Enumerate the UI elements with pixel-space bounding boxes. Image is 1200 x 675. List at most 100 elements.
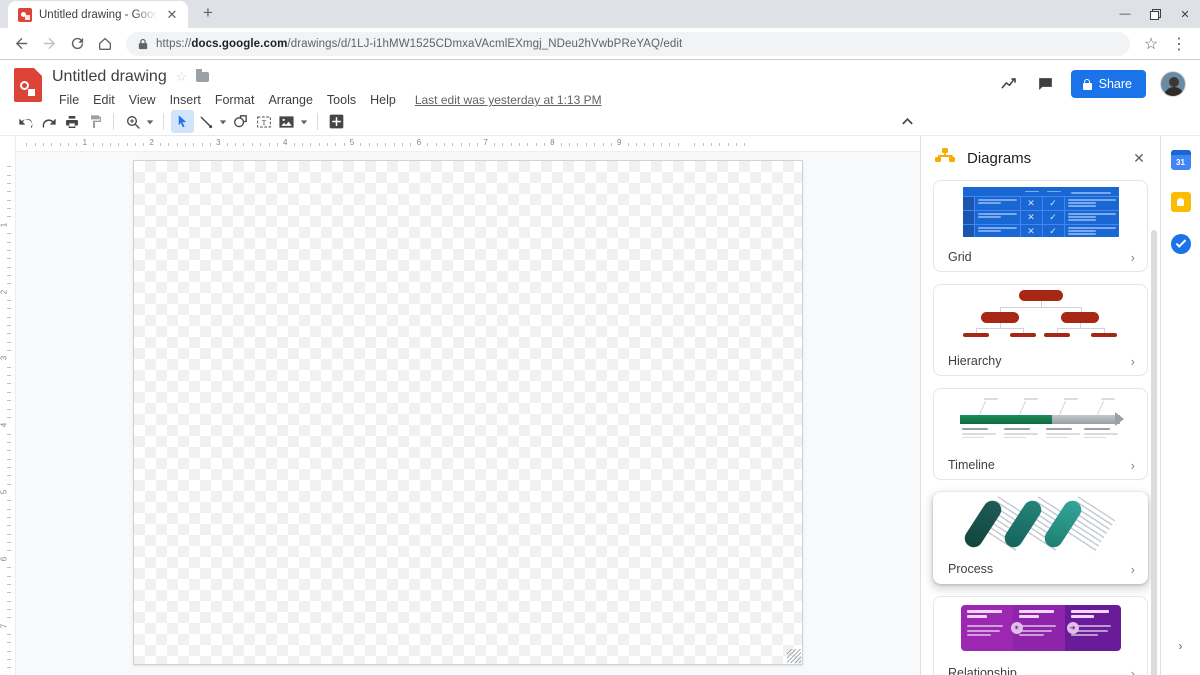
trending-up-icon[interactable] xyxy=(999,73,1021,95)
forward-glyph xyxy=(43,37,55,50)
menu-tools[interactable]: Tools xyxy=(320,91,363,109)
diagrams-icon xyxy=(935,148,955,168)
ruler-minor-tick xyxy=(201,143,203,146)
google-calendar-icon[interactable]: 31 xyxy=(1170,150,1191,170)
diagram-card-process[interactable]: Process › xyxy=(933,492,1148,584)
caret-glyph xyxy=(219,119,227,124)
chevron-down-icon[interactable] xyxy=(217,110,229,133)
chevron-down-icon[interactable] xyxy=(298,110,310,133)
select-arrow-icon xyxy=(178,115,187,128)
ruler-minor-tick xyxy=(7,325,11,326)
ruler-minor-tick xyxy=(7,391,11,393)
redo-icon[interactable] xyxy=(37,110,60,133)
diagram-card-grid[interactable]: ✕ ✓ ✕ ✓ ✕ ✓ Grid › xyxy=(933,180,1148,272)
menu-arrange[interactable]: Arrange xyxy=(261,91,319,109)
chevron-right-icon[interactable]: › xyxy=(1131,562,1135,577)
ruler-minor-tick xyxy=(435,143,437,146)
chevron-right-icon[interactable]: › xyxy=(1131,458,1135,473)
menu-help[interactable]: Help xyxy=(363,91,403,109)
close-window-icon[interactable]: ✕ xyxy=(1170,0,1200,28)
ruler-minor-tick xyxy=(610,143,612,146)
google-keep-icon[interactable] xyxy=(1170,192,1191,212)
grid-thumbnail: ✕ ✓ ✕ ✓ ✕ ✓ xyxy=(934,181,1147,243)
diagram-card-hierarchy[interactable]: Hierarchy › xyxy=(933,284,1148,376)
menu-insert[interactable]: Insert xyxy=(163,91,208,109)
card-label-row: Timeline › xyxy=(934,451,1147,479)
minimize-icon[interactable]: — xyxy=(1110,0,1140,28)
close-icon[interactable]: ✕ xyxy=(1128,147,1150,169)
ruler-minor-tick xyxy=(134,143,136,146)
close-icon[interactable]: ✕ xyxy=(164,7,180,23)
comment-icon[interactable] xyxy=(1035,73,1057,95)
canvas-area[interactable] xyxy=(16,152,920,675)
caret-glyph xyxy=(300,119,308,124)
select-tool-button[interactable] xyxy=(171,110,194,133)
line-icon xyxy=(200,116,212,128)
browser-tab[interactable]: Untitled drawing - Google Drawin ✕ xyxy=(8,1,188,28)
menu-edit[interactable]: Edit xyxy=(86,91,122,109)
panel-card-list[interactable]: ✕ ✓ ✕ ✓ ✕ ✓ Grid › Hierarchy › Timeline … xyxy=(921,180,1160,675)
ruler-minor-tick xyxy=(594,143,596,146)
forward-icon[interactable] xyxy=(36,31,62,57)
diagram-card-relationship[interactable]: ✶ ➜ Relationship › xyxy=(933,596,1148,675)
ruler-minor-tick xyxy=(7,408,11,410)
folder-icon[interactable] xyxy=(196,69,210,82)
undo-icon[interactable] xyxy=(14,110,37,133)
horizontal-ruler[interactable]: 1 2 3 4 5 6 7 8 9 xyxy=(16,136,920,152)
drawing-canvas[interactable] xyxy=(133,160,803,665)
bookmark-star-icon[interactable]: ☆ xyxy=(1138,31,1164,57)
resize-handle[interactable] xyxy=(787,649,801,663)
grid-cell-cross: ✕ xyxy=(1021,197,1043,210)
add-icon[interactable] xyxy=(325,110,348,133)
expand-rail-icon[interactable]: › xyxy=(1179,639,1183,653)
new-tab-button[interactable]: + xyxy=(194,0,222,27)
ruler-minor-tick xyxy=(669,143,671,146)
image-tool-button[interactable] xyxy=(275,110,298,133)
ruler-minor-tick xyxy=(660,143,662,146)
diagram-card-timeline[interactable]: Timeline › xyxy=(933,388,1148,480)
avatar[interactable] xyxy=(1160,71,1186,97)
address-bar[interactable]: https://docs.google.com/drawings/d/1LJ-i… xyxy=(126,31,1130,56)
browser-menu-icon[interactable]: ⋮ xyxy=(1166,31,1192,57)
menu-format[interactable]: Format xyxy=(208,91,262,109)
menu-view[interactable]: View xyxy=(122,91,163,109)
chevron-right-icon[interactable]: › xyxy=(1131,250,1135,265)
ruler-minor-tick xyxy=(627,143,629,146)
ruler-minor-tick xyxy=(93,143,95,146)
ruler-minor-tick xyxy=(343,143,345,146)
ruler-minor-tick xyxy=(7,483,11,485)
shape-tool-button[interactable] xyxy=(229,110,252,133)
maximize-icon[interactable] xyxy=(1140,0,1170,28)
panel-scrollbar[interactable] xyxy=(1151,230,1157,675)
chevron-right-icon[interactable]: › xyxy=(1131,666,1135,675)
paint-format-icon[interactable] xyxy=(83,110,106,133)
star-icon[interactable]: ☆ xyxy=(176,69,188,85)
home-icon[interactable] xyxy=(92,31,118,57)
ruler-minor-tick xyxy=(585,143,587,146)
google-tasks-icon[interactable] xyxy=(1170,234,1191,254)
print-icon[interactable] xyxy=(60,110,83,133)
grid-table-graphic: ✕ ✓ ✕ ✓ ✕ ✓ xyxy=(962,187,1119,237)
svg-text:T: T xyxy=(261,118,266,127)
ruler-number: 8 xyxy=(550,138,555,147)
ruler-number: 2 xyxy=(149,138,154,147)
line-tool-button[interactable] xyxy=(194,110,217,133)
print-glyph xyxy=(65,115,78,128)
menu-file[interactable]: File xyxy=(52,91,86,109)
zoom-icon[interactable] xyxy=(121,110,144,133)
ruler-minor-tick xyxy=(68,143,70,146)
collapse-menus-icon[interactable] xyxy=(896,111,918,133)
back-icon[interactable] xyxy=(8,31,34,57)
vertical-ruler[interactable]: 1 2 3 4 5 6 7 xyxy=(0,152,16,675)
last-edit-status[interactable]: Last edit was yesterday at 1:13 PM xyxy=(415,93,602,107)
document-title[interactable]: Untitled drawing xyxy=(52,68,167,86)
reload-icon[interactable] xyxy=(64,31,90,57)
ruler-minor-tick xyxy=(644,143,646,146)
ruler-minor-tick xyxy=(7,233,11,235)
chevron-down-icon[interactable] xyxy=(144,110,156,133)
share-button[interactable]: Share xyxy=(1070,70,1146,98)
textbox-tool-button[interactable]: T xyxy=(252,110,275,133)
ruler-minor-tick xyxy=(7,258,11,260)
ruler-minor-tick xyxy=(210,143,212,146)
chevron-right-icon[interactable]: › xyxy=(1131,354,1135,369)
